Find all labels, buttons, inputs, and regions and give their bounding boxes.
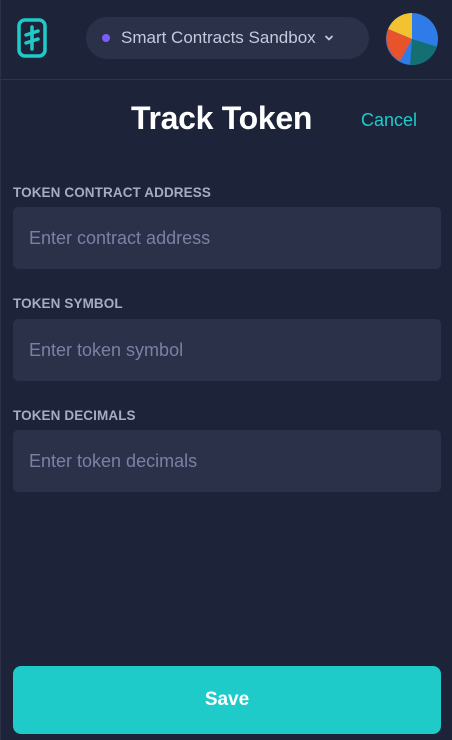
- token-decimals-input[interactable]: [13, 430, 441, 492]
- token-symbol-input[interactable]: [13, 319, 441, 381]
- track-token-screen: Smart Contracts Sandbox Track Token Canc…: [0, 0, 452, 740]
- thirdweb-logo-icon[interactable]: [17, 18, 47, 58]
- network-selector[interactable]: Smart Contracts Sandbox: [86, 17, 369, 59]
- top-bar: Smart Contracts Sandbox: [1, 0, 452, 80]
- account-avatar[interactable]: [386, 13, 438, 65]
- network-name: Smart Contracts Sandbox: [121, 28, 316, 47]
- chevron-down-icon: [324, 35, 333, 41]
- network-status-dot: [102, 34, 110, 42]
- avatar-pie-icon: [386, 13, 438, 65]
- contract-address-input[interactable]: [13, 207, 441, 269]
- token-decimals-label: TOKEN DECIMALS: [13, 408, 136, 423]
- contract-address-label: TOKEN CONTRACT ADDRESS: [13, 185, 211, 200]
- token-symbol-label: TOKEN SYMBOL: [13, 296, 123, 311]
- save-button[interactable]: Save: [13, 666, 441, 734]
- cancel-button[interactable]: Cancel: [361, 110, 417, 131]
- page-title: Track Token: [131, 100, 313, 136]
